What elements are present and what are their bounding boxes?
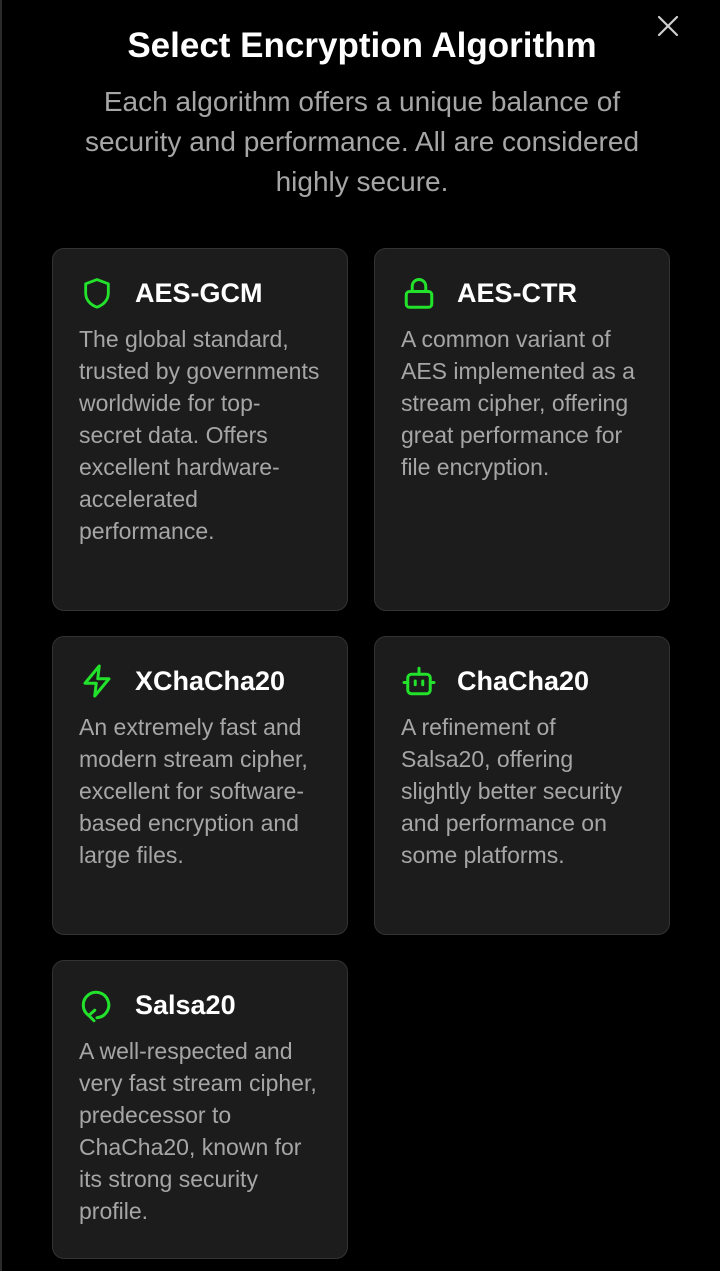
algorithm-description: An extremely fast and modern stream ciph…: [79, 714, 308, 868]
robot-icon: [401, 663, 437, 699]
lock-icon: [401, 275, 437, 311]
shield-icon: [79, 275, 115, 311]
algorithm-description: A well-respected and very fast stream ci…: [79, 1038, 317, 1224]
algorithm-card-chacha20[interactable]: ChaCha20 A refinement of Salsa20, offeri…: [374, 636, 670, 935]
algorithm-name: AES-CTR: [457, 278, 577, 308]
card-header: ChaCha20: [401, 661, 643, 701]
algorithm-name: AES-GCM: [135, 278, 263, 308]
algorithm-card-salsa20[interactable]: Salsa20 A well-respected and very fast s…: [52, 960, 348, 1259]
card-header: AES-CTR: [401, 273, 643, 313]
dialog-title: Select Encryption Algorithm: [127, 26, 597, 65]
lightning-bolt-icon: [79, 663, 115, 699]
algorithm-name: XChaCha20: [135, 666, 286, 696]
algorithm-card-aes-ctr[interactable]: AES-CTR A common variant of AES implemen…: [374, 248, 670, 611]
algorithm-description: A refinement of Salsa20, offering slight…: [401, 714, 623, 868]
algorithm-description: The global standard, trusted by governme…: [79, 326, 320, 544]
encryption-algorithm-dialog: Select Encryption Algorithm Each algorit…: [0, 0, 716, 1271]
algorithm-card-aes-gcm[interactable]: AES-GCM The global standard, trusted by …: [52, 248, 348, 611]
dialog-subtitle: Each algorithm offers a unique balance o…: [84, 86, 640, 197]
algorithm-name: ChaCha20: [457, 666, 590, 696]
algorithm-description: A common variant of AES implemented as a…: [401, 326, 635, 480]
refresh-icon: [79, 987, 115, 1023]
card-header: Salsa20: [79, 985, 321, 1025]
card-header: AES-GCM: [79, 273, 321, 313]
card-header: XChaCha20: [79, 661, 321, 701]
algorithm-name: Salsa20: [135, 990, 236, 1020]
algorithm-card-xchacha20[interactable]: XChaCha20 An extremely fast and modern s…: [52, 636, 348, 935]
